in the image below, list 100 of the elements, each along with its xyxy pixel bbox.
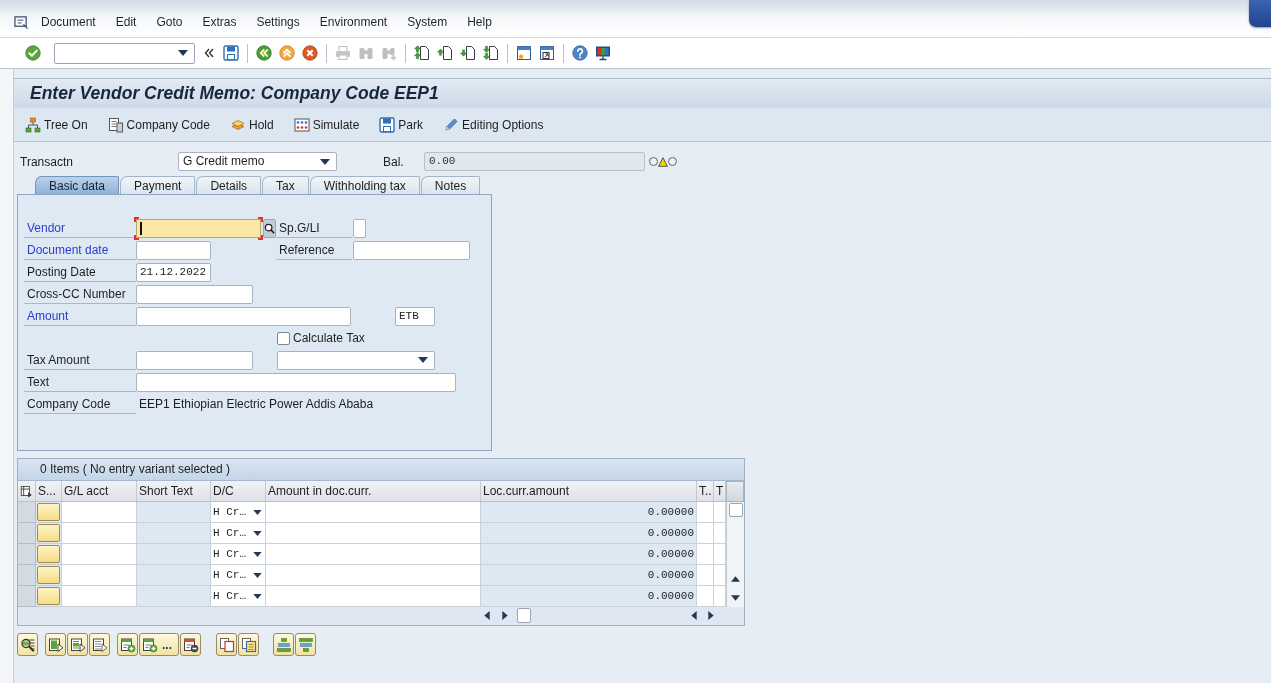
table-field[interactable] [697,586,714,607]
check-circle-icon[interactable] [25,45,41,61]
page-arrow-down-icon[interactable] [460,45,476,61]
back-icon[interactable] [256,45,272,61]
table-field[interactable] [697,502,714,523]
column-header[interactable]: Short Text [137,481,211,501]
toolbar-button[interactable]: Tree On [23,112,90,137]
toolbar-button[interactable]: Simulate [291,112,362,137]
help-icon[interactable] [572,45,588,61]
page-arrow-up-icon[interactable] [437,45,453,61]
gl-account-field[interactable] [62,565,137,586]
menu-item[interactable]: Environment [309,14,398,30]
amount-field[interactable] [266,523,481,544]
gl-account-field[interactable] [62,544,137,565]
amount-field[interactable] [266,565,481,586]
toolbar-button[interactable]: Company Code [105,112,212,137]
toolbar-button[interactable]: Hold [227,112,276,137]
toolbar-button[interactable] [216,633,237,656]
scroll-up-icon[interactable] [731,576,740,582]
table-field[interactable] [697,544,714,565]
debit-credit-dropdown[interactable]: H Cr… [211,586,266,607]
close-icon[interactable] [302,45,318,61]
menu-item[interactable]: Document [31,14,106,30]
debit-credit-dropdown[interactable]: H Cr… [211,544,266,565]
special-gl-field[interactable] [353,218,366,238]
toolbar-button[interactable] [238,633,259,656]
menu-item[interactable]: System [397,14,458,30]
toolbar-button[interactable] [180,633,201,656]
gl-account-field[interactable] [62,502,137,523]
scroll-right-icon[interactable] [502,611,508,620]
table-field[interactable] [714,544,726,565]
menu-item[interactable]: Goto [146,14,193,30]
tax-amount-field[interactable] [136,350,253,370]
table-field[interactable] [714,523,726,544]
tab[interactable]: Withholding tax [309,176,420,194]
page-arrows-up-icon[interactable] [414,45,430,61]
status-button[interactable] [37,524,60,542]
up-chevrons-icon[interactable] [279,45,295,61]
toolbar-button[interactable]: Park [377,112,426,137]
scroll-down-icon[interactable] [731,595,740,601]
search-help-button[interactable] [263,218,276,238]
debit-credit-dropdown[interactable]: H Cr… [211,502,266,523]
save-icon[interactable] [223,45,239,61]
scroll-right-icon[interactable] [708,611,714,620]
toolbar-button[interactable] [67,633,88,656]
toolbar-button[interactable] [45,633,66,656]
status-button[interactable] [37,545,60,563]
calculate-tax-checkbox[interactable] [277,331,290,345]
corner-tab[interactable] [1249,0,1271,27]
vendor-field[interactable] [134,216,263,240]
text-field[interactable] [136,372,456,392]
column-header[interactable]: G/L acct [62,481,137,501]
scroll-left-icon[interactable] [691,611,697,620]
table-field[interactable] [714,586,726,607]
vertical-scrollbar[interactable] [726,502,744,607]
toolbar-button[interactable]: Editing Options [441,112,546,137]
table-field[interactable] [714,502,726,523]
posting-date-field[interactable]: 21.12.2022 [136,262,211,282]
cross-cc-number-field[interactable] [136,284,253,304]
toolbar-button[interactable] [117,633,138,656]
tab[interactable]: Tax [262,176,309,194]
menu-item[interactable]: Edit [105,14,147,30]
toolbar-button[interactable] [89,633,110,656]
menu-item[interactable]: Settings [246,14,310,30]
scrollbar-thumb[interactable] [728,503,743,517]
window-menu-icon[interactable] [14,14,29,30]
tax-code-dropdown[interactable] [277,350,435,370]
scroll-left-icon[interactable] [484,611,490,620]
status-button[interactable] [37,503,60,521]
page-arrows-down-icon[interactable] [483,45,499,61]
scrollbar-thumb[interactable] [517,608,531,623]
reference-field[interactable] [353,240,470,260]
gl-account-field[interactable] [62,586,137,607]
tab[interactable]: Payment [120,176,196,194]
toolbar-button[interactable]: ... [139,633,179,656]
table-field[interactable] [697,523,714,544]
gl-account-field[interactable] [62,523,137,544]
currency-field[interactable]: ETB [395,306,435,326]
status-button[interactable] [37,566,60,584]
debit-credit-dropdown[interactable]: H Cr… [211,565,266,586]
table-field[interactable] [714,565,726,586]
column-header[interactable]: T.. [697,481,714,501]
amount-field[interactable] [266,502,481,523]
table-field[interactable] [697,565,714,586]
toolbar-button[interactable] [17,633,38,656]
command-field[interactable] [54,42,195,64]
column-header[interactable]: D/C [211,481,266,501]
debit-credit-dropdown[interactable]: H Cr… [211,523,266,544]
table-settings-icon[interactable] [20,484,33,498]
amount-field[interactable] [266,586,481,607]
menu-item[interactable]: Extras [192,14,247,30]
document-date-field[interactable] [136,240,211,260]
tab[interactable]: Basic data [35,176,120,194]
column-header[interactable]: Amount in doc.curr. [266,481,481,501]
menu-item[interactable]: Help [457,14,502,30]
amount-field[interactable] [266,544,481,565]
monitor-icon[interactable] [595,45,611,61]
tab[interactable]: Details [196,176,262,194]
transaction-dropdown[interactable]: G Credit memo [178,152,337,171]
column-header[interactable]: S... [36,481,62,501]
